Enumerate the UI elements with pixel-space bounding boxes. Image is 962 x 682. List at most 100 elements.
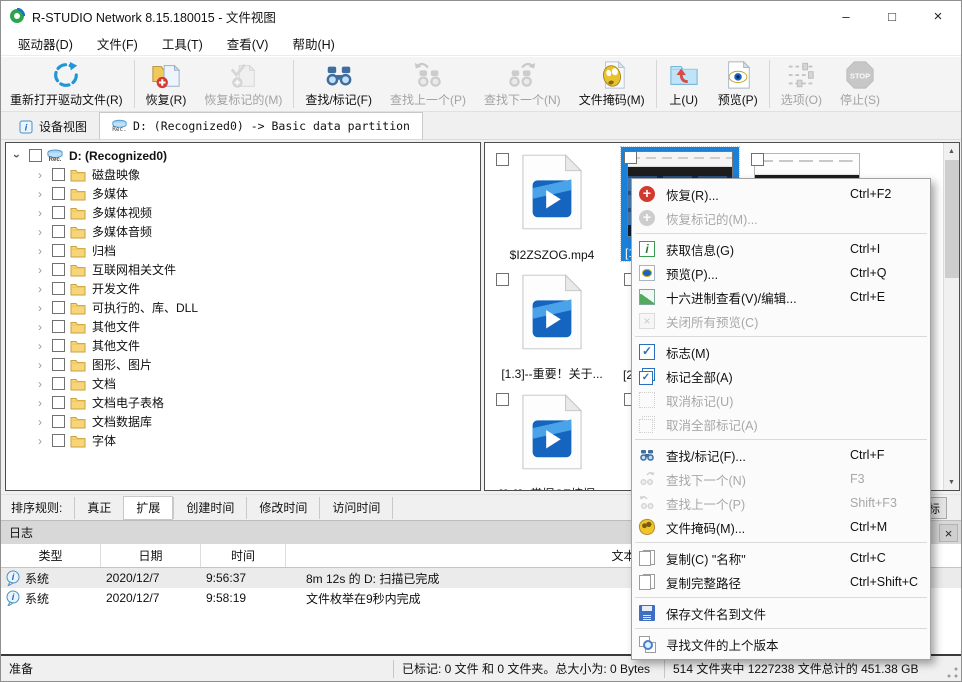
tree-item[interactable]: ›多媒体视频 [6,203,480,222]
tree-item[interactable]: ›图形、图片 [6,355,480,374]
tree-checkbox[interactable] [52,320,65,333]
tree-checkbox[interactable] [52,377,65,390]
tree-item[interactable]: ›多媒体音频 [6,222,480,241]
file-checkbox[interactable] [496,153,509,166]
menu-item-save-filenames[interactable]: 保存文件名到文件 [632,601,930,625]
menu-item-hex-view[interactable]: 十六进制查看(V)/编辑...Ctrl+E [632,285,930,309]
file-checkbox[interactable] [496,273,509,286]
tree-checkbox[interactable] [52,225,65,238]
find-next-button[interactable]: 查找下一个(N) [475,57,570,111]
tree-checkbox[interactable] [52,358,65,371]
tab-device-view[interactable]: i 设备视图 [7,114,99,139]
menu-item-close-previews[interactable]: 关闭所有预览(C) [632,309,930,333]
tree-checkbox[interactable] [52,434,65,447]
tree-item[interactable]: ›多媒体 [6,184,480,203]
menu-item-find-previous-version[interactable]: 寻找文件的上个版本 [632,632,930,656]
scroll-down-icon[interactable]: ▼ [944,474,959,490]
tree-checkbox[interactable] [52,282,65,295]
recover-button[interactable]: 恢复(R) [137,57,196,111]
scroll-up-icon[interactable]: ▲ [944,143,959,159]
up-button[interactable]: 上(U) [659,57,709,111]
menu-item-preview[interactable]: 预览(P)...Ctrl+Q [632,261,930,285]
chevron-right-icon[interactable]: › [33,434,47,448]
tree-item[interactable]: ›归档 [6,241,480,260]
menu-item-find-previous[interactable]: 查找上一个(P)Shift+F3 [632,491,930,515]
preview-button[interactable]: 预览(P) [709,57,767,111]
sort-tab-accessed[interactable]: 访问时间 [319,497,393,519]
tree-item[interactable]: ›字体 [6,431,480,450]
menu-item-find-next[interactable]: 查找下一个(N)F3 [632,467,930,491]
vertical-scrollbar[interactable]: ▲ ▼ [943,143,959,490]
stop-button[interactable]: STOP 停止(S) [831,57,889,111]
chevron-right-icon[interactable]: › [33,282,47,296]
menu-item-find-mark[interactable]: 查找/标记(F)...Ctrl+F [632,443,930,467]
menu-item-recover[interactable]: 恢复(R)...Ctrl+F2 [632,182,930,206]
tree-item[interactable]: ›文档数据库 [6,412,480,431]
tree-checkbox[interactable] [52,168,65,181]
minimize-button[interactable]: – [823,1,869,31]
tab-recognized-partition[interactable]: Rec. D: (Recognized0) -> Basic data part… [99,112,423,139]
tree-checkbox[interactable] [52,396,65,409]
menu-drive[interactable]: 驱动器(D) [6,34,85,53]
file-checkbox[interactable] [751,153,764,166]
chevron-right-icon[interactable]: › [33,206,47,220]
menu-item-mark[interactable]: 标志(M) [632,340,930,364]
chevron-right-icon[interactable]: › [33,415,47,429]
menu-item-copy-name[interactable]: 复制(C) "名称"Ctrl+C [632,546,930,570]
sort-tab-created[interactable]: 创建时间 [173,497,246,519]
options-button[interactable]: 选项(O) [772,57,831,111]
menu-help[interactable]: 帮助(H) [280,34,346,53]
chevron-right-icon[interactable]: › [33,358,47,372]
tree-checkbox[interactable] [52,206,65,219]
tree-item[interactable]: ›开发文件 [6,279,480,298]
tree-item[interactable]: ›磁盘映像 [6,165,480,184]
tree-item[interactable]: ›可执行的、库、DLL [6,298,480,317]
tree-item[interactable]: ›文档电子表格 [6,393,480,412]
sort-tab-real[interactable]: 真正 [74,497,123,519]
tree-checkbox[interactable] [52,244,65,257]
chevron-right-icon[interactable]: › [33,396,47,410]
resize-grip[interactable] [946,666,959,679]
chevron-right-icon[interactable]: › [33,377,47,391]
find-mark-button[interactable]: 查找/标记(F) [296,57,381,111]
menu-item-file-mask[interactable]: 文件掩码(M)...Ctrl+M [632,515,930,539]
tree-item[interactable]: ›互联网相关文件 [6,260,480,279]
tree-item[interactable]: ›其他文件 [6,317,480,336]
chevron-right-icon[interactable]: › [33,339,47,353]
chevron-down-icon[interactable]: › [10,149,24,163]
chevron-right-icon[interactable]: › [33,320,47,334]
chevron-right-icon[interactable]: › [33,244,47,258]
menu-tools[interactable]: 工具(T) [150,34,215,53]
file-mask-button[interactable]: 文件掩码(M) [570,57,654,111]
close-button[interactable]: × [915,1,961,31]
file-item[interactable]: [2.3]--掌握CE挖掘... [493,389,611,491]
menu-item-get-info[interactable]: 获取信息(G)Ctrl+I [632,237,930,261]
file-item[interactable]: $I2ZSZOG.mp4 [493,149,611,263]
menu-item-unmark-all[interactable]: 取消全部标记(A) [632,412,930,436]
log-col-date[interactable]: 日期 [101,544,201,567]
chevron-right-icon[interactable]: › [33,225,47,239]
sort-tab-extension[interactable]: 扩展 [123,496,173,520]
log-close-button[interactable]: × [939,524,958,542]
tree-checkbox[interactable] [52,263,65,276]
find-previous-button[interactable]: 查找上一个(P) [381,57,475,111]
tree-item[interactable]: ›其他文件 [6,336,480,355]
log-col-time[interactable]: 时间 [201,544,286,567]
chevron-right-icon[interactable]: › [33,187,47,201]
file-checkbox[interactable] [624,151,637,164]
chevron-right-icon[interactable]: › [33,301,47,315]
maximize-button[interactable]: □ [869,1,915,31]
tree-checkbox[interactable] [52,415,65,428]
menu-item-mark-all[interactable]: 标记全部(A) [632,364,930,388]
tree-checkbox[interactable] [52,339,65,352]
file-item[interactable]: [1.3]--重要！关于... [493,269,611,383]
chevron-right-icon[interactable]: › [33,263,47,277]
menu-view[interactable]: 查看(V) [215,34,281,53]
recover-marked-button[interactable]: 恢复标记的(M) [195,57,291,111]
tree-checkbox[interactable] [52,301,65,314]
menu-item-recover-marked[interactable]: 恢复标记的(M)... [632,206,930,230]
tree-item-root[interactable]: › Rec. D: (Recognized0) [6,146,480,165]
tree-checkbox[interactable] [29,149,42,162]
reopen-drives-button[interactable]: 重新打开驱动文件(R) [1,57,132,111]
menu-item-copy-full-path[interactable]: 复制完整路径Ctrl+Shift+C [632,570,930,594]
